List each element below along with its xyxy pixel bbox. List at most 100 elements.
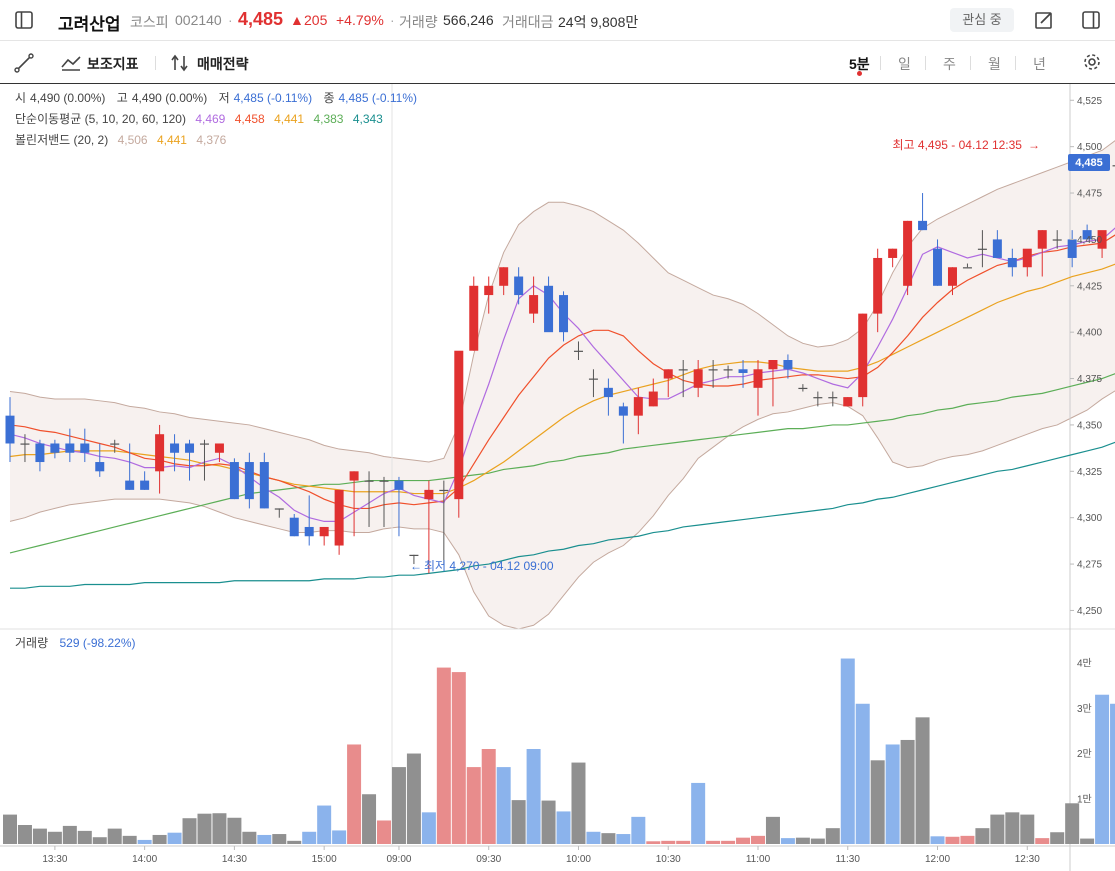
candle-body[interactable] (693, 369, 703, 388)
candle-body[interactable] (170, 443, 180, 453)
volume-bar[interactable] (676, 840, 691, 844)
volume-bar[interactable] (92, 837, 107, 844)
candle-body[interactable] (319, 526, 329, 537)
volume-bar[interactable] (257, 834, 272, 844)
candle-body[interactable] (229, 462, 239, 500)
candle-body[interactable] (723, 369, 733, 371)
volume-bar[interactable] (1005, 812, 1020, 844)
volume-bar[interactable] (885, 744, 900, 844)
period-week[interactable]: 주 (943, 54, 956, 74)
volume-bar[interactable] (347, 744, 362, 844)
volume-bar[interactable] (197, 813, 212, 844)
volume-bar[interactable] (526, 749, 541, 844)
volume-bar[interactable] (287, 840, 302, 844)
volume-bar[interactable] (930, 836, 945, 844)
candle-body[interactable] (185, 443, 195, 453)
candle-body[interactable] (140, 480, 150, 490)
volume-bar[interactable] (511, 800, 526, 844)
volume-bar[interactable] (227, 817, 242, 844)
candle-body[interactable] (469, 285, 479, 351)
indicator-button[interactable]: 보조지표 (87, 54, 139, 74)
volume-bar[interactable] (975, 828, 990, 844)
volume-bar[interactable] (406, 753, 421, 844)
candle-body[interactable] (439, 489, 449, 492)
volume-bar[interactable] (780, 838, 795, 844)
candle-body[interactable] (50, 443, 60, 453)
volume-bar[interactable] (870, 760, 885, 844)
period-day[interactable]: 일 (898, 54, 911, 74)
volume-bar[interactable] (107, 828, 122, 844)
candle-body[interactable] (529, 295, 539, 314)
settings-gear-icon[interactable] (1082, 52, 1102, 72)
candle-body[interactable] (499, 267, 509, 286)
volume-bar[interactable] (721, 840, 736, 844)
candle-body[interactable] (933, 248, 943, 286)
volume-bar[interactable] (1035, 838, 1050, 844)
volume-bar[interactable] (646, 841, 661, 844)
volume-bar[interactable] (436, 667, 451, 844)
volume-bar[interactable] (751, 835, 765, 844)
volume-bar[interactable] (795, 837, 810, 844)
candle-body[interactable] (334, 489, 344, 546)
candle-body[interactable] (962, 267, 972, 269)
candle-body[interactable] (125, 480, 135, 490)
volume-bar[interactable] (706, 840, 721, 844)
volume-bar[interactable] (167, 832, 182, 844)
volume-bar[interactable] (541, 800, 556, 844)
candle-body[interactable] (454, 350, 464, 500)
volume-bar[interactable] (631, 816, 646, 844)
candle-body[interactable] (364, 480, 374, 482)
volume-bar[interactable] (1110, 703, 1115, 844)
candle-body[interactable] (5, 415, 15, 444)
volume-bar[interactable] (616, 834, 631, 844)
volume-bar[interactable] (152, 834, 167, 844)
volume-bar[interactable] (496, 767, 511, 844)
candle-body[interactable] (843, 397, 853, 407)
candle-body[interactable] (65, 443, 75, 453)
candle-body[interactable] (199, 443, 209, 445)
candle-body[interactable] (633, 397, 643, 416)
volume-bar[interactable] (32, 828, 47, 844)
stock-chart[interactable]: 4,525 4,500 4,475 4,450 4,425 4,400 4,375 4,350… (0, 84, 1115, 871)
candle-body[interactable] (244, 462, 254, 500)
candle-body[interactable] (588, 378, 598, 380)
candle-body[interactable] (304, 526, 314, 537)
candle-body[interactable] (858, 313, 868, 398)
volume-bar[interactable] (855, 703, 870, 844)
candle-body[interactable] (918, 220, 928, 231)
volume-bar[interactable] (332, 830, 347, 844)
candle-body[interactable] (888, 248, 898, 258)
volume-bar[interactable] (421, 812, 436, 844)
candle-body[interactable] (768, 360, 778, 370)
candle-body[interactable] (110, 443, 120, 445)
volume-bar[interactable] (47, 831, 62, 844)
volume-bar[interactable] (242, 831, 257, 844)
candle-body[interactable] (603, 387, 613, 398)
candle-body[interactable] (573, 350, 583, 352)
candle-body[interactable] (1052, 239, 1062, 241)
candle-body[interactable] (992, 239, 1002, 258)
candle-body[interactable] (409, 554, 419, 556)
candle-body[interactable] (1022, 248, 1032, 268)
candle-body[interactable] (349, 471, 359, 481)
candle-body[interactable] (424, 489, 434, 500)
volume-bar[interactable] (1095, 694, 1110, 844)
strategy-button[interactable]: 매매전략 (197, 54, 249, 74)
volume-bar[interactable] (272, 834, 287, 844)
candle-body[interactable] (648, 391, 658, 407)
volume-bar[interactable] (481, 749, 496, 844)
volume-bar[interactable] (77, 830, 92, 844)
volume-bar[interactable] (840, 658, 855, 844)
candle-body[interactable] (753, 369, 763, 388)
candle-body[interactable] (813, 397, 823, 399)
candle-body[interactable] (678, 369, 688, 371)
volume-bar[interactable] (1080, 838, 1095, 844)
strategy-icon[interactable] (169, 53, 191, 73)
volume-bar[interactable] (362, 794, 377, 844)
volume-bar[interactable] (62, 825, 77, 844)
candle-body[interactable] (738, 369, 748, 373)
volume-bar[interactable] (182, 818, 197, 844)
candle-body[interactable] (95, 462, 105, 472)
period-month[interactable]: 월 (988, 54, 1001, 74)
candle-body[interactable] (1037, 230, 1047, 249)
